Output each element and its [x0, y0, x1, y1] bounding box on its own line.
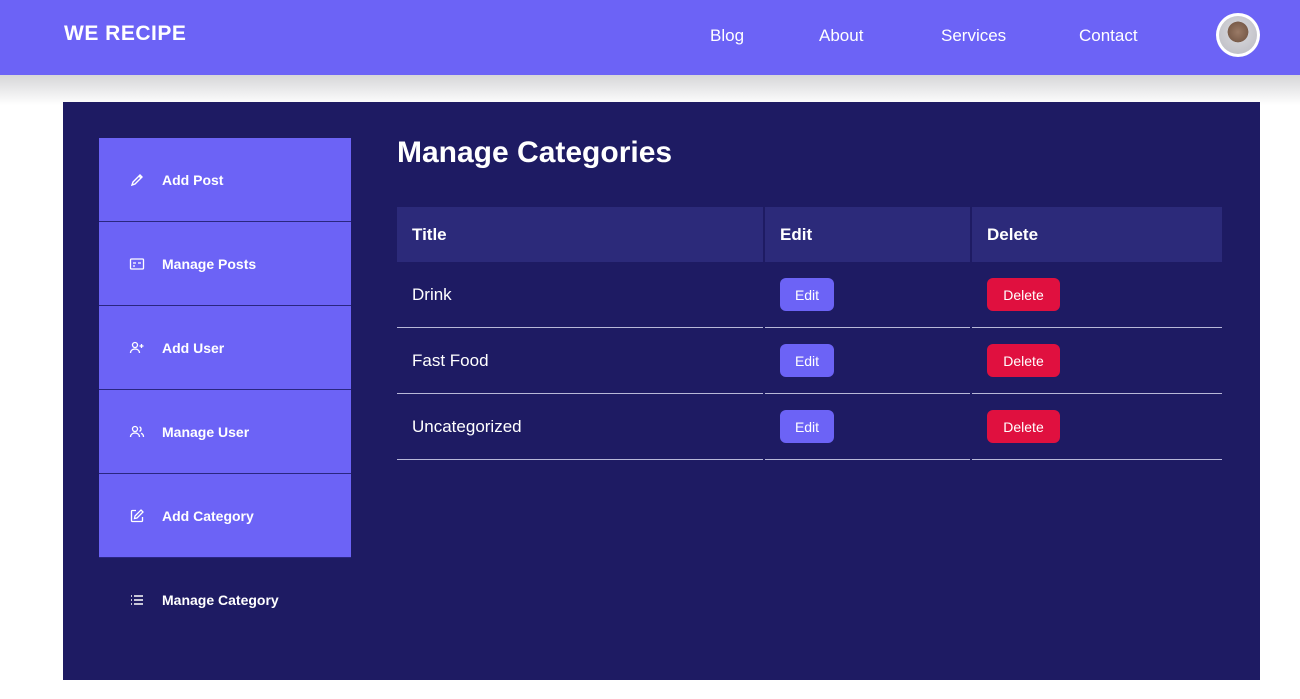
nav-link-services[interactable]: Services: [941, 26, 1006, 46]
category-title: Fast Food: [397, 328, 763, 394]
sidebar-item-label: Add User: [162, 339, 225, 356]
table-row: Fast Food Edit Delete: [397, 328, 1222, 394]
nav-link-contact[interactable]: Contact: [1079, 26, 1138, 46]
sidebar: Add Post Manage Posts Add User Manage Us…: [99, 138, 351, 642]
user-plus-icon: [127, 338, 147, 358]
table-row: Uncategorized Edit Delete: [397, 394, 1222, 460]
edit-button[interactable]: Edit: [780, 344, 834, 377]
delete-button[interactable]: Delete: [987, 410, 1060, 443]
sidebar-item-add-post[interactable]: Add Post: [99, 138, 351, 222]
sidebar-item-add-user[interactable]: Add User: [99, 306, 351, 390]
sidebar-item-manage-posts[interactable]: Manage Posts: [99, 222, 351, 306]
delete-cell: Delete: [972, 262, 1222, 328]
users-icon: [127, 422, 147, 442]
avatar-image: [1219, 16, 1257, 54]
dashboard-panel: Add Post Manage Posts Add User Manage Us…: [63, 102, 1260, 680]
sidebar-item-add-category[interactable]: Add Category: [99, 474, 351, 558]
column-header-delete: Delete: [972, 207, 1222, 262]
edit-button[interactable]: Edit: [780, 278, 834, 311]
delete-cell: Delete: [972, 328, 1222, 394]
sidebar-item-label: Manage Posts: [162, 255, 257, 272]
delete-cell: Delete: [972, 394, 1222, 460]
nav-link-blog[interactable]: Blog: [710, 26, 744, 46]
page-title: Manage Categories: [397, 136, 673, 169]
table-header: Title Edit Delete: [397, 207, 1222, 262]
nav-link-about[interactable]: About: [819, 26, 863, 46]
sidebar-item-manage-user[interactable]: Manage User: [99, 390, 351, 474]
column-header-title: Title: [397, 207, 763, 262]
brand-logo[interactable]: WE RECIPE: [64, 22, 186, 46]
sidebar-item-label: Manage User: [162, 423, 250, 440]
edit-cell: Edit: [765, 262, 970, 328]
delete-button[interactable]: Delete: [987, 344, 1060, 377]
sidebar-item-manage-category[interactable]: Manage Category: [99, 558, 351, 642]
list-icon: [127, 590, 147, 610]
category-title: Drink: [397, 262, 763, 328]
edit-cell: Edit: [765, 328, 970, 394]
category-title: Uncategorized: [397, 394, 763, 460]
column-header-edit: Edit: [765, 207, 970, 262]
table-row: Drink Edit Delete: [397, 262, 1222, 328]
edit-square-icon: [127, 506, 147, 526]
categories-table: Title Edit Delete Drink Edit Delete Fast…: [397, 207, 1222, 460]
header-shadow: [0, 75, 1300, 105]
pencil-icon: [127, 170, 147, 190]
sidebar-item-label: Manage Category: [162, 592, 279, 608]
sidebar-item-label: Add Category: [162, 507, 254, 524]
delete-button[interactable]: Delete: [987, 278, 1060, 311]
edit-cell: Edit: [765, 394, 970, 460]
navbar: WE RECIPE Blog About Services Contact: [0, 0, 1300, 75]
edit-button[interactable]: Edit: [780, 410, 834, 443]
sidebar-item-label: Add Post: [162, 171, 224, 188]
avatar[interactable]: [1216, 13, 1260, 57]
card-icon: [127, 254, 147, 274]
